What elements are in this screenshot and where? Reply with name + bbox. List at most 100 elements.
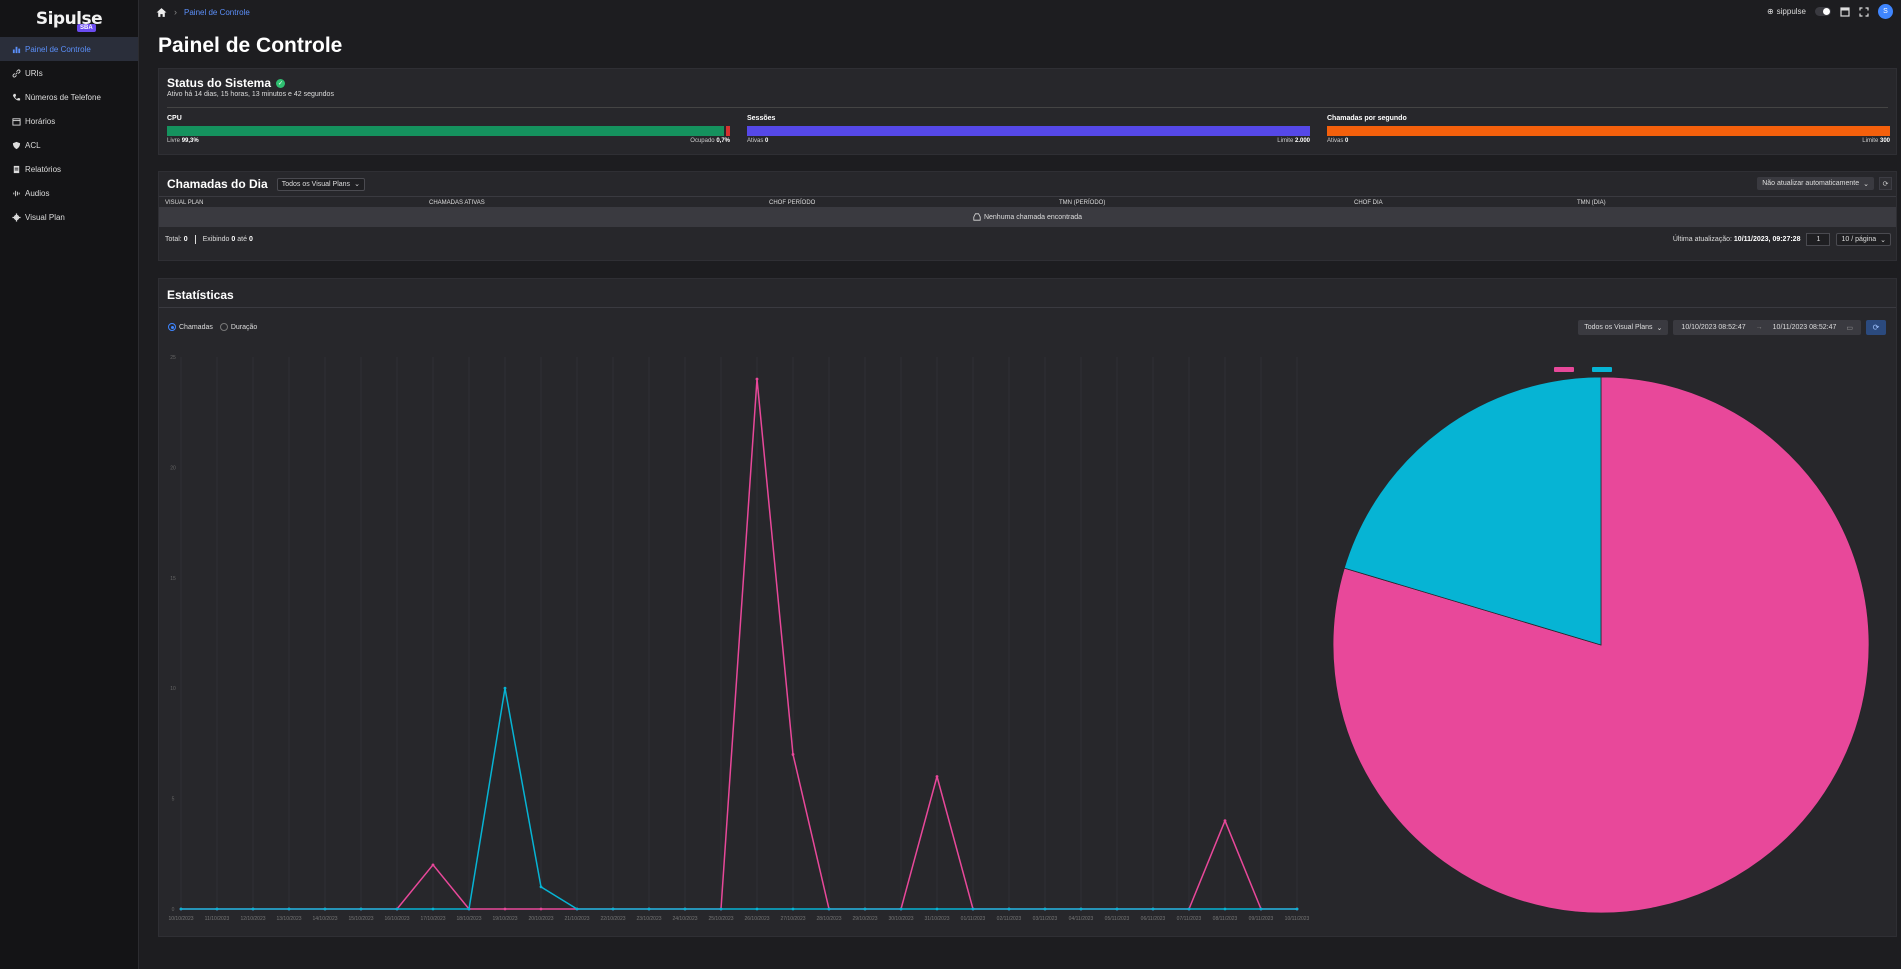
cps-progress-bar bbox=[1327, 126, 1890, 136]
x-tick-label: 10/11/2023 bbox=[1285, 916, 1310, 922]
stats-plan-select[interactable]: Todos os Visual Plans ⌄ bbox=[1578, 320, 1669, 335]
date-to: 10/11/2023 08:52:47 bbox=[1772, 324, 1837, 331]
last-update-value: 10/11/2023, 09:27:28 bbox=[1733, 236, 1801, 243]
check-circle-icon: ✓ bbox=[276, 78, 286, 88]
sidebar-item-numeros[interactable]: Números de Telefone bbox=[0, 85, 138, 109]
cps-meter: Chamadas por segundo Ativas 0 Limite 300 bbox=[1327, 115, 1890, 144]
sidebar: Sipulse SBA Painel de Controle URIs Núme… bbox=[0, 0, 139, 969]
user-status-icon: ⊕ bbox=[1766, 7, 1774, 16]
sessions-footer: Ativas 0 Limite 2.000 bbox=[747, 138, 1310, 144]
data-point bbox=[611, 907, 615, 911]
sidebar-item-label: Relatórios bbox=[25, 164, 62, 174]
report-icon bbox=[11, 164, 21, 174]
home-icon[interactable] bbox=[156, 7, 167, 18]
showing-to: 0 bbox=[248, 236, 253, 243]
y-tick-label: 20 bbox=[170, 465, 176, 471]
breadcrumb-separator-icon: › bbox=[174, 7, 177, 17]
data-point bbox=[683, 907, 687, 911]
avatar[interactable]: S bbox=[1878, 4, 1893, 19]
sidebar-item-label: ACL bbox=[25, 140, 41, 150]
sidebar-item-horarios[interactable]: Horários bbox=[0, 109, 138, 133]
calendar-icon: ▭ bbox=[1846, 324, 1853, 332]
date-range-picker[interactable]: 10/10/2023 08:52:47 → 10/11/2023 08:52:4… bbox=[1673, 320, 1861, 335]
date-from: 10/10/2023 08:52:47 bbox=[1681, 324, 1746, 331]
sidebar-item-acl[interactable]: ACL bbox=[0, 133, 138, 157]
column-header: TMN (DIA) bbox=[1577, 200, 1606, 206]
x-tick-label: 12/10/2023 bbox=[240, 916, 265, 922]
user-menu[interactable]: ⊕ sippulse bbox=[1767, 7, 1806, 16]
column-header: VISUAL PLAN bbox=[165, 200, 204, 206]
data-point bbox=[1295, 907, 1299, 911]
x-tick-label: 24/10/2023 bbox=[672, 916, 697, 922]
window-icon[interactable] bbox=[1840, 6, 1850, 17]
calls-title: Chamadas do Dia bbox=[167, 177, 268, 191]
series-line bbox=[181, 378, 1297, 910]
data-point bbox=[791, 753, 795, 756]
system-status-card: Status do Sistema ✓ Ativo há 14 dias, 15… bbox=[158, 68, 1897, 155]
auto-refresh-select[interactable]: Não atualizar automaticamente ⌄ bbox=[1757, 177, 1874, 190]
data-point bbox=[1115, 907, 1119, 911]
chevron-down-icon: ⌄ bbox=[1880, 236, 1886, 244]
data-point bbox=[503, 907, 507, 911]
last-update-label: Última atualização: bbox=[1672, 236, 1732, 243]
sidebar-item-painel[interactable]: Painel de Controle bbox=[0, 37, 138, 61]
y-tick-label: 0 bbox=[172, 907, 175, 913]
theme-toggle[interactable] bbox=[1815, 7, 1831, 16]
legend-swatch bbox=[1554, 367, 1574, 372]
divider bbox=[194, 235, 196, 244]
breadcrumb-current[interactable]: Painel de Controle bbox=[184, 8, 250, 17]
sidebar-item-relatorios[interactable]: Relatórios bbox=[0, 157, 138, 181]
refresh-button[interactable]: ⟳ bbox=[1879, 177, 1892, 190]
sessions-limit-label: Limite bbox=[1277, 138, 1294, 144]
x-tick-label: 23/10/2023 bbox=[636, 916, 661, 922]
fullscreen-icon[interactable] bbox=[1859, 6, 1869, 17]
column-header: CHAMADAS ATIVAS bbox=[429, 200, 485, 206]
x-tick-label: 06/11/2023 bbox=[1141, 916, 1166, 922]
gear-icon bbox=[11, 212, 21, 222]
calls-header: Chamadas do Dia Todos os Visual Plans ⌄ bbox=[167, 177, 365, 191]
calls-actions: Não atualizar automaticamente ⌄ ⟳ bbox=[1757, 177, 1892, 190]
data-point bbox=[719, 907, 723, 911]
sidebar-item-uris[interactable]: URIs bbox=[0, 61, 138, 85]
x-tick-label: 22/10/2023 bbox=[600, 916, 625, 922]
stats-refresh-button[interactable]: ⟳ bbox=[1866, 320, 1886, 335]
x-tick-label: 05/11/2023 bbox=[1105, 916, 1130, 922]
x-tick-label: 18/10/2023 bbox=[456, 916, 481, 922]
link-icon bbox=[11, 68, 21, 78]
x-tick-label: 11/10/2023 bbox=[205, 916, 230, 922]
x-tick-label: 30/10/2023 bbox=[888, 916, 913, 922]
x-tick-label: 15/10/2023 bbox=[348, 916, 373, 922]
page-size-select[interactable]: 10 / página ⌄ bbox=[1836, 233, 1891, 246]
sessions-limit-value: 2.000 bbox=[1294, 138, 1310, 144]
cpu-meter: CPU Livre 99,3% Ocupado 0,7% bbox=[167, 115, 730, 144]
app-logo[interactable]: Sipulse SBA bbox=[0, 4, 138, 34]
uptime-text: Ativo há 14 dias, 15 horas, 13 minutos e… bbox=[167, 91, 334, 98]
cpu-free-fill bbox=[167, 126, 725, 136]
audio-icon bbox=[11, 188, 21, 198]
x-tick-label: 04/11/2023 bbox=[1069, 916, 1094, 922]
topbar-actions: ⊕ sippulse S bbox=[1767, 4, 1893, 19]
data-point bbox=[935, 907, 939, 911]
sidebar-item-label: URIs bbox=[25, 68, 43, 78]
cps-label: Chamadas por segundo bbox=[1327, 115, 1407, 122]
sidebar-item-audios[interactable]: Audios bbox=[0, 181, 138, 205]
data-point bbox=[755, 377, 759, 381]
x-tick-label: 20/10/2023 bbox=[528, 916, 553, 922]
data-point bbox=[395, 907, 399, 911]
page-input[interactable]: 1 bbox=[1806, 233, 1831, 246]
cpu-label: CPU bbox=[167, 115, 182, 122]
data-point bbox=[287, 907, 291, 911]
data-point bbox=[1043, 907, 1047, 911]
data-point bbox=[503, 686, 507, 690]
x-tick-label: 27/10/2023 bbox=[780, 916, 805, 922]
x-tick-label: 09/11/2023 bbox=[1249, 916, 1274, 922]
sessions-meter: Sessões Ativas 0 Limite 2.000 bbox=[747, 115, 1310, 144]
x-tick-label: 17/10/2023 bbox=[420, 916, 445, 922]
data-point bbox=[935, 775, 939, 778]
sidebar-item-visual-plan[interactable]: Visual Plan bbox=[0, 205, 138, 229]
cps-active-label: Ativas bbox=[1327, 138, 1344, 144]
visual-plan-select[interactable]: Todos os Visual Plans ⌄ bbox=[276, 177, 365, 191]
data-point bbox=[1259, 907, 1263, 911]
user-name: sippulse bbox=[1776, 7, 1806, 16]
calls-line-chart: 0 5 10 15 20 25 10/10/2023 11/10/2023 12/10/2023… bbox=[168, 355, 1310, 922]
